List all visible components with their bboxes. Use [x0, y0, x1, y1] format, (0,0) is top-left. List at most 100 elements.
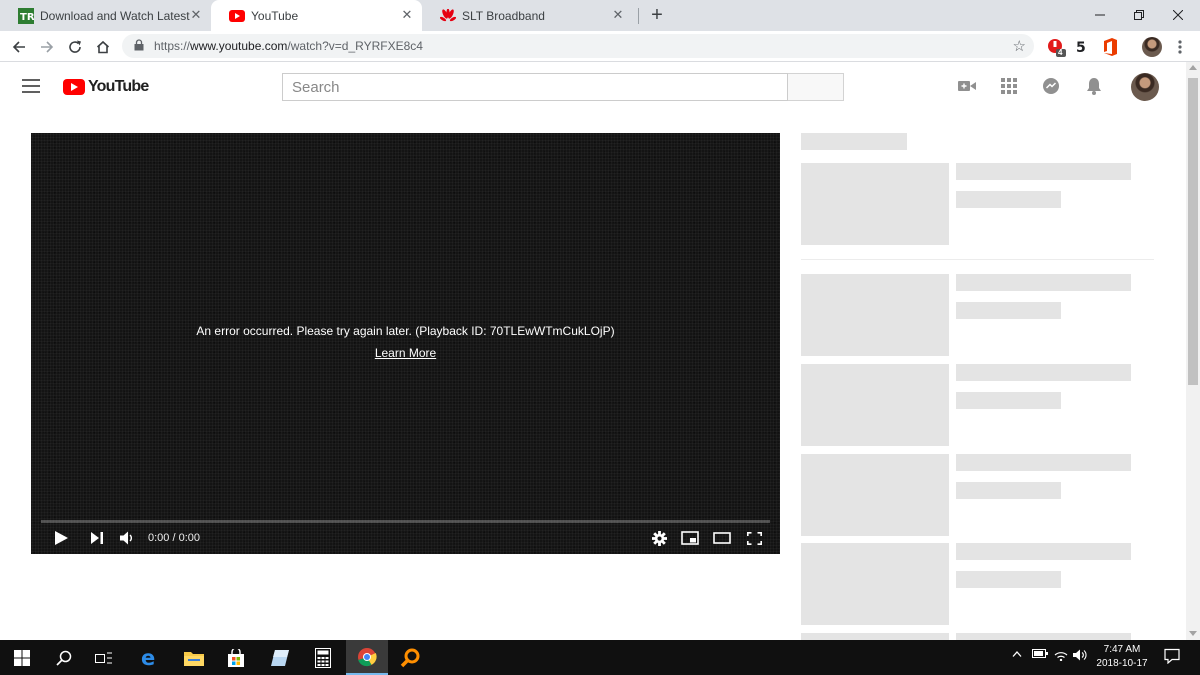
progress-bar[interactable]: [41, 520, 770, 523]
speaker-icon: [1073, 649, 1087, 661]
app-taskbar-button[interactable]: [260, 640, 300, 675]
extension-badge: 4: [1058, 48, 1063, 57]
clock-time: 7:47 AM: [1103, 644, 1141, 655]
file-explorer-taskbar-button[interactable]: [174, 640, 214, 675]
play-icon: [54, 531, 68, 545]
close-icon[interactable]: ✕: [189, 8, 203, 22]
url-host: www.youtube.com: [190, 39, 288, 53]
bookmark-star-icon[interactable]: ☆: [1013, 37, 1026, 55]
start-button[interactable]: [0, 640, 44, 675]
tab-title: SLT Broadband: [462, 8, 545, 23]
profile-avatar-icon: [1142, 37, 1162, 57]
youtube-masthead: YouTube: [0, 62, 1186, 110]
calculator-icon: [315, 647, 331, 668]
s-extension-icon: 5: [1076, 40, 1086, 55]
new-tab-button[interactable]: +: [646, 5, 668, 27]
guide-menu-icon[interactable]: [22, 79, 40, 93]
tab-download[interactable]: TR Download and Watch Latest Tam ✕: [0, 0, 211, 31]
thumbnail-placeholder: [801, 163, 949, 245]
forward-button[interactable]: [36, 36, 58, 58]
miniplayer-button[interactable]: [680, 529, 700, 547]
tab-slt[interactable]: SLT Broadband ✕: [422, 0, 633, 31]
battery-icon: [1032, 649, 1048, 658]
scroll-up-arrow-icon[interactable]: [1189, 65, 1197, 70]
action-center-button[interactable]: [1164, 648, 1180, 667]
windows-taskbar: e 7:47 AM 2018-10-17: [0, 640, 1200, 675]
office-extension-button[interactable]: [1100, 37, 1120, 57]
learn-more-link[interactable]: Learn More: [375, 346, 436, 360]
skip-next-icon: [91, 532, 103, 544]
youtube-logo[interactable]: YouTube: [63, 77, 149, 97]
apps-grid-icon: [1001, 78, 1017, 94]
scroll-thumb[interactable]: [1188, 78, 1198, 385]
taskbar-search-button[interactable]: [44, 640, 84, 675]
store-taskbar-button[interactable]: [216, 640, 256, 675]
notification-center-icon: [1164, 648, 1180, 665]
search-input[interactable]: [282, 73, 788, 101]
settings-button[interactable]: [650, 529, 668, 547]
wifi-icon: [1054, 652, 1068, 662]
url-scheme: https://: [154, 39, 191, 53]
tab-youtube[interactable]: YouTube ✕: [211, 0, 422, 31]
url-text: https://www.youtube.com/watch?v=d_RYRFXE…: [154, 39, 423, 53]
tab-title: YouTube: [251, 8, 299, 23]
chrome-menu-button[interactable]: [1170, 37, 1190, 57]
notifications-button[interactable]: [1084, 76, 1104, 96]
close-icon[interactable]: ✕: [611, 8, 625, 22]
home-button[interactable]: [92, 36, 114, 58]
chrome-taskbar-button[interactable]: [346, 640, 388, 675]
store-bag-icon: [228, 648, 244, 667]
messages-button[interactable]: [1041, 76, 1061, 96]
reload-button[interactable]: [64, 36, 86, 58]
browser-toolbar: https://www.youtube.com/watch?v=d_RYRFXE…: [0, 31, 1200, 62]
task-view-button[interactable]: [84, 640, 124, 675]
apps-button[interactable]: [999, 76, 1019, 96]
calculator-taskbar-button[interactable]: [303, 640, 343, 675]
theater-mode-button[interactable]: [712, 529, 732, 547]
title-placeholder: [956, 454, 1131, 471]
volume-control[interactable]: [1073, 649, 1089, 664]
gear-icon: [651, 530, 667, 546]
page-scrollbar[interactable]: [1186, 62, 1200, 640]
title-placeholder: [956, 543, 1131, 560]
s-extension-button[interactable]: 5: [1072, 37, 1092, 57]
thumbnail-placeholder: [801, 454, 949, 536]
battery-status[interactable]: [1032, 649, 1048, 661]
close-icon[interactable]: ✕: [400, 8, 414, 22]
adblock-icon: [1048, 39, 1066, 57]
meta-placeholder: [956, 571, 1061, 588]
address-bar[interactable]: https://www.youtube.com/watch?v=d_RYRFXE…: [122, 34, 1034, 58]
upload-video-button[interactable]: [957, 76, 977, 96]
kebab-menu-icon: [1178, 40, 1182, 54]
reload-icon: [69, 40, 81, 53]
video-player[interactable]: An error occurred. Please try again late…: [31, 133, 780, 554]
home-icon: [96, 40, 110, 54]
network-status[interactable]: [1054, 649, 1068, 664]
search-app-taskbar-button[interactable]: [390, 640, 430, 675]
office-icon: [1104, 38, 1117, 56]
play-button[interactable]: [53, 529, 69, 547]
adblock-extension-button[interactable]: 4: [1046, 37, 1066, 57]
account-avatar[interactable]: [1131, 73, 1159, 101]
thumbnail-placeholder: [801, 364, 949, 446]
title-placeholder: [956, 163, 1131, 180]
show-hidden-icons-button[interactable]: [1012, 649, 1022, 661]
edge-taskbar-button[interactable]: e: [130, 640, 170, 675]
mute-button[interactable]: [118, 529, 136, 547]
title-placeholder: [956, 274, 1131, 291]
thumbnail-placeholder: [801, 543, 949, 625]
bell-icon: [1087, 78, 1101, 95]
back-button[interactable]: [8, 36, 30, 58]
profile-button[interactable]: [1142, 37, 1162, 57]
fullscreen-button[interactable]: [744, 529, 764, 547]
close-window-button[interactable]: [1155, 0, 1200, 30]
miniplayer-icon: [681, 531, 699, 545]
svg-text:e: e: [141, 648, 155, 668]
scroll-down-arrow-icon[interactable]: [1189, 631, 1197, 636]
time-display: 0:00 / 0:00: [148, 532, 200, 544]
next-button[interactable]: [89, 529, 105, 547]
huawei-favicon-icon: [440, 8, 456, 24]
folder-icon: [184, 651, 204, 666]
search-button[interactable]: [788, 73, 844, 101]
taskbar-clock[interactable]: 7:47 AM 2018-10-17: [1092, 643, 1152, 671]
